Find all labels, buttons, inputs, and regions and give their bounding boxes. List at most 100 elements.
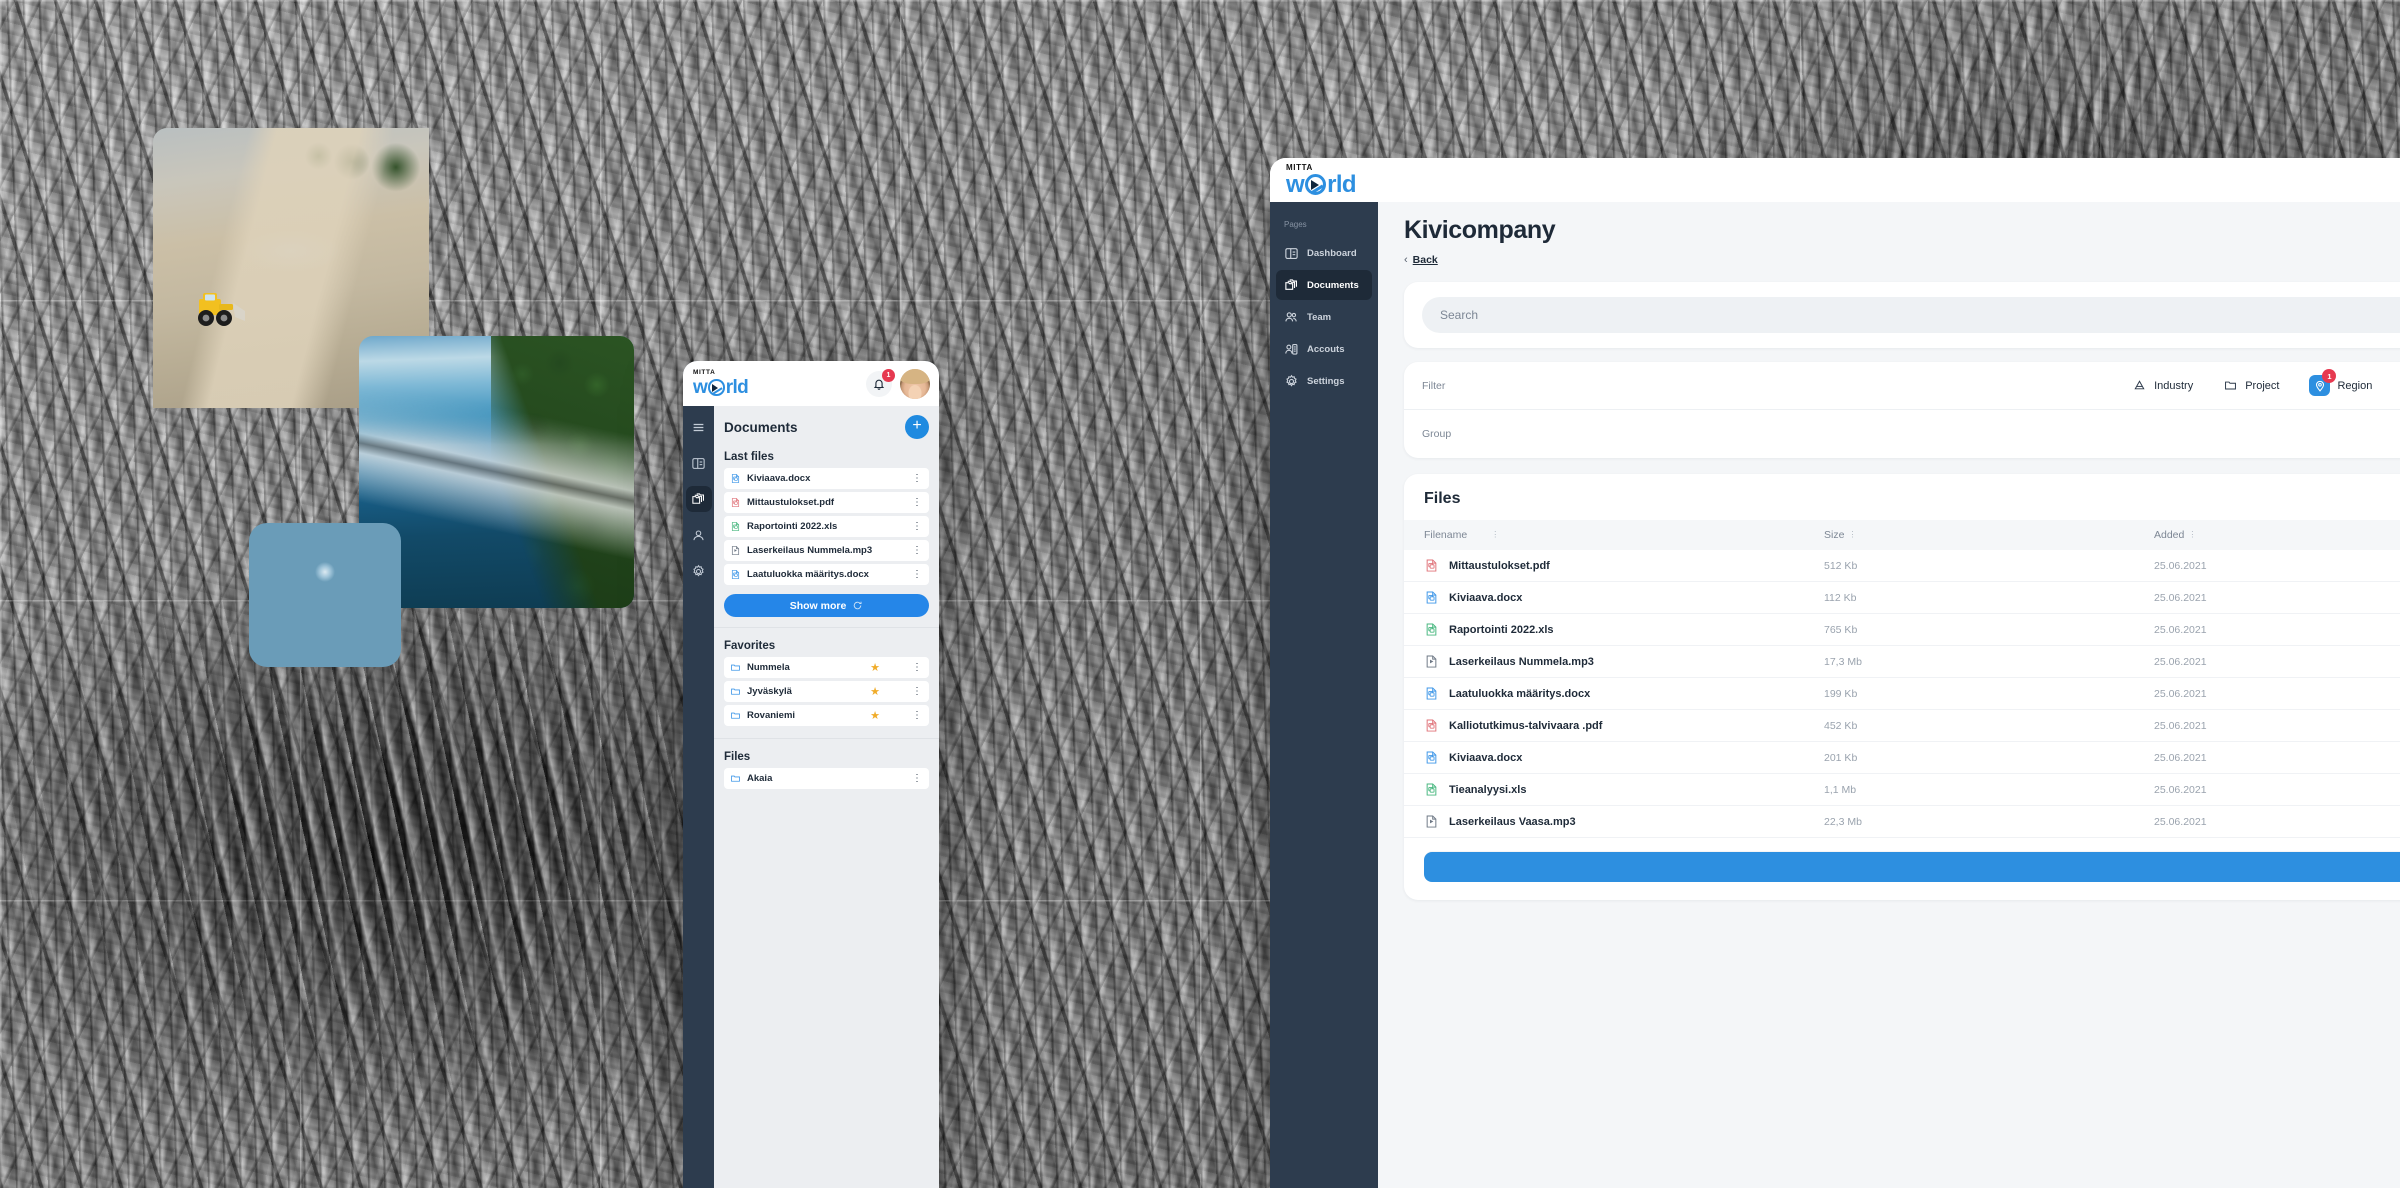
sort-icon[interactable]: ⋮ xyxy=(1491,531,1499,539)
logo-mitta-text: MITTA xyxy=(693,369,716,377)
folder-icon xyxy=(731,712,740,719)
sidebar-item-settings[interactable]: Settings xyxy=(1276,366,1372,396)
rail-item-user[interactable] xyxy=(686,522,712,548)
star-icon[interactable]: ★ xyxy=(870,661,880,674)
table-row[interactable]: Raportointi 2022.xls 765 Kb 25.06.2021 xyxy=(1404,614,2400,646)
team-icon xyxy=(1285,311,1297,321)
hamburger-menu-button[interactable] xyxy=(686,414,712,440)
filter-option-label: Industry xyxy=(2154,379,2194,392)
column-header-size-label: Size xyxy=(1824,529,1845,541)
file-name-text: Laatuluokka määritys.docx xyxy=(747,569,869,580)
show-more-button[interactable]: Show more xyxy=(724,594,929,617)
chevron-left-icon: ‹ xyxy=(1404,254,1408,266)
row-menu-icon[interactable]: ⋮ xyxy=(912,773,922,783)
divider xyxy=(714,738,939,739)
table-row[interactable]: Laatuluokka määritys.docx 199 Kb 25.06.202… xyxy=(1404,678,2400,710)
sidebar-item-team[interactable]: Team xyxy=(1276,302,1372,332)
row-menu-icon[interactable]: ⋮ xyxy=(912,710,922,720)
table-row[interactable]: Laserkeilaus Vaasa.mp3 22,3 Mb 25.06.2021 xyxy=(1404,806,2400,838)
table-row[interactable]: Tieanalyysi.xls 1,1 Mb 25.06.2021 xyxy=(1404,774,2400,806)
list-item[interactable]: Laatuluokka määritys.docx ⋮ xyxy=(724,564,929,585)
column-header-added[interactable]: Added ⋮ xyxy=(2154,529,2400,541)
back-link[interactable]: ‹ Back xyxy=(1404,254,1438,266)
rail-item-dashboard[interactable] xyxy=(686,450,712,476)
documents-icon xyxy=(1285,278,1298,290)
table-row[interactable]: Laserkeilaus Nummela.mp3 17,3 Mb 25.06.202… xyxy=(1404,646,2400,678)
filter-option-label: Region xyxy=(2337,379,2373,392)
app-logo[interactable]: MITTA w rld xyxy=(693,369,749,398)
row-menu-icon[interactable]: ⋮ xyxy=(912,686,922,696)
file-type-pdf-icon xyxy=(1426,719,1437,732)
wheel-loader-icon xyxy=(198,293,245,326)
star-icon[interactable]: ★ xyxy=(870,709,880,722)
table-row[interactable]: Kiviaava.docx 201 Kb 25.06.2021 xyxy=(1404,742,2400,774)
sidebar-item-label: Settings xyxy=(1307,375,1345,387)
row-menu-icon[interactable]: ⋮ xyxy=(912,662,922,672)
sidebar-item-documents[interactable]: Documents xyxy=(1276,270,1372,300)
folder-icon xyxy=(731,775,740,782)
avatar[interactable] xyxy=(900,368,930,399)
list-item[interactable]: Rovaniemi ★ ⋮ xyxy=(724,705,929,726)
mobile-documents-header: Documents + xyxy=(714,406,939,447)
row-menu-icon[interactable]: ⋮ xyxy=(912,473,922,483)
column-header-filename-label: Filename xyxy=(1424,529,1468,541)
folder-icon xyxy=(731,664,740,671)
list-item[interactable]: Jyväskylä ★ ⋮ xyxy=(724,681,929,702)
folder-name-text: Rovaniemi xyxy=(747,710,796,721)
row-menu-icon[interactable]: ⋮ xyxy=(912,545,922,555)
list-item[interactable]: Nummela ★ ⋮ xyxy=(724,657,929,678)
primary-action-button[interactable] xyxy=(1424,852,2400,882)
mobile-icon-rail xyxy=(683,406,714,1188)
sort-icon[interactable]: ⋮ xyxy=(1848,531,1856,539)
sidebar-item-accounts[interactable]: Accouts xyxy=(1276,334,1372,364)
column-header-size[interactable]: Size ⋮ xyxy=(1824,529,2154,541)
column-header-filename[interactable]: Filename ⋮ xyxy=(1424,529,1824,541)
table-row[interactable]: Kalliotutkimus-talvivaara .pdf 452 Kb 25.0… xyxy=(1404,710,2400,742)
filter-option-project[interactable]: Project xyxy=(2223,378,2279,393)
star-icon[interactable]: ★ xyxy=(870,685,880,698)
table-row[interactable]: Kiviaava.docx 112 Kb 25.06.2021 xyxy=(1404,582,2400,614)
table-row[interactable]: Mittaustulokset.pdf 512 Kb 25.06.2021 xyxy=(1404,550,2400,582)
file-size-cell: 112 Kb xyxy=(1824,591,1857,604)
list-item[interactable]: Raportointi 2022.xls ⋮ xyxy=(724,516,929,537)
sort-icon[interactable]: ⋮ xyxy=(2188,531,2196,539)
files-table-body: Mittaustulokset.pdf 512 Kb 25.06.2021 Kivia… xyxy=(1404,550,2400,838)
logo-world-text: w rld xyxy=(693,376,749,398)
filter-option-region[interactable]: 1 Region xyxy=(2309,369,2373,396)
region-chip: 1 xyxy=(2309,369,2337,396)
list-item[interactable]: Kiviaava.docx ⋮ xyxy=(724,468,929,489)
filter-option-industry[interactable]: Industry xyxy=(2132,378,2193,393)
file-added-cell: 25.06.2021 xyxy=(2154,591,2207,604)
sidebar-item-dashboard[interactable]: Dashboard xyxy=(1276,238,1372,268)
sidebar-item-label: Accouts xyxy=(1307,343,1345,355)
file-name-text: Kalliotutkimus-talvivaara .pdf xyxy=(1449,719,1603,732)
show-more-label: Show more xyxy=(789,599,847,612)
mobile-page-title: Documents xyxy=(724,419,798,435)
gear-icon xyxy=(693,564,704,577)
list-item[interactable]: Mittaustulokset.pdf ⋮ xyxy=(724,492,929,513)
filter-card: Filter Industry Project 1 Region Group xyxy=(1404,362,2400,458)
file-added-cell: 25.06.2021 xyxy=(2154,815,2207,828)
notifications-button[interactable]: 1 xyxy=(866,368,895,397)
row-menu-icon[interactable]: ⋮ xyxy=(912,569,922,579)
app-logo[interactable]: MITTA w rld xyxy=(1286,163,1357,197)
search-input[interactable] xyxy=(1422,297,2400,333)
file-name-cell: Laserkeilaus Vaasa.mp3 xyxy=(1424,814,1824,829)
row-menu-icon[interactable]: ⋮ xyxy=(912,497,922,507)
last-files-heading: Last files xyxy=(724,451,774,463)
search-card xyxy=(1404,282,2400,348)
add-document-button[interactable]: + xyxy=(905,415,929,439)
list-item[interactable]: Laserkeilaus Nummela.mp3 ⋮ xyxy=(724,540,929,561)
list-item[interactable]: Akaia ⋮ xyxy=(724,768,929,789)
file-name-text: Kiviaava.docx xyxy=(1449,591,1523,604)
page-title: Kivicompany xyxy=(1404,216,1556,244)
mobile-topbar-right: 1 xyxy=(866,368,930,399)
file-added-cell: 25.06.2021 xyxy=(2154,559,2207,572)
gear-icon xyxy=(1286,374,1297,387)
rail-item-settings[interactable] xyxy=(686,558,712,584)
folder-name-text: Nummela xyxy=(747,662,790,673)
file-name-text: Mittaustulokset.pdf xyxy=(747,497,835,508)
row-menu-icon[interactable]: ⋮ xyxy=(912,521,922,531)
rail-item-documents[interactable] xyxy=(685,486,712,512)
user-icon xyxy=(693,529,704,540)
